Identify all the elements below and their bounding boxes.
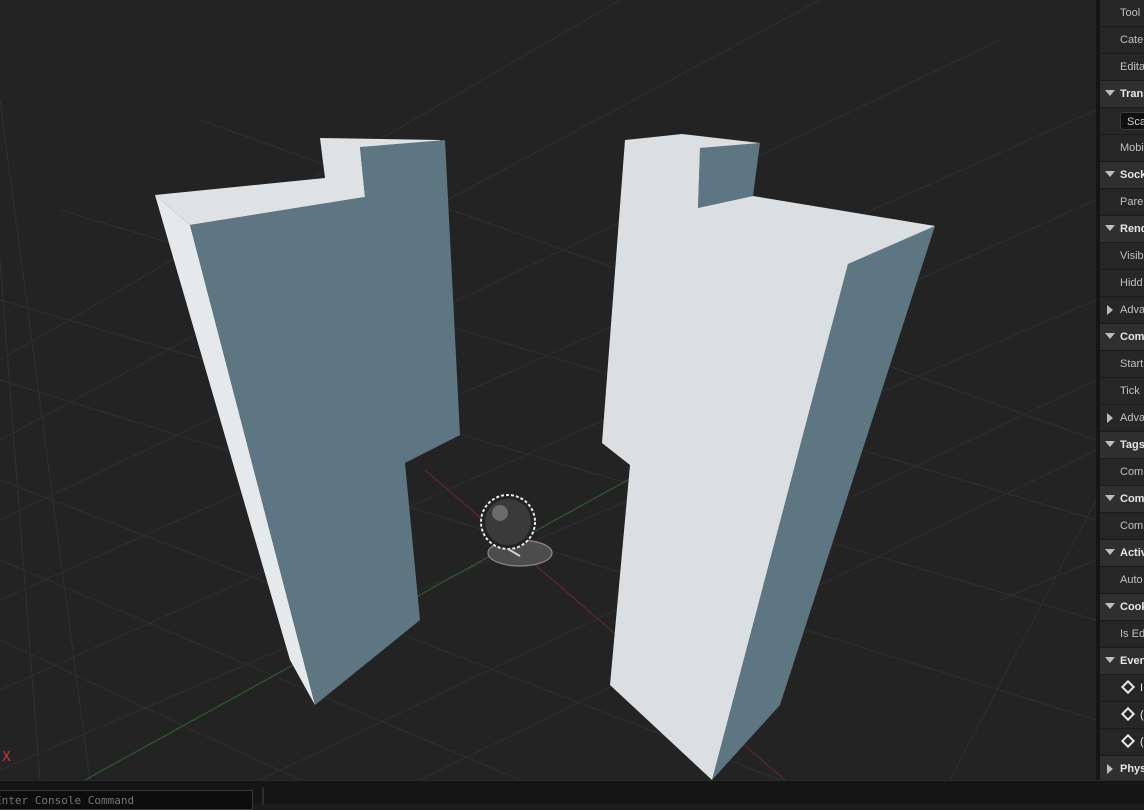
details-row-label: Phys [1120,763,1144,775]
details-row-label: Com [1120,331,1144,343]
expand-arrow-down-icon[interactable] [1105,333,1115,339]
details-category-row[interactable]: Cook [1100,594,1144,621]
expand-arrow-down-icon[interactable] [1105,225,1115,231]
expand-arrow-down-icon[interactable] [1105,441,1115,447]
details-property-row[interactable]: Sca [1100,108,1144,135]
details-property-row[interactable]: Com [1100,459,1144,486]
details-category-row[interactable]: Sock [1100,162,1144,189]
details-row-label: Start [1120,358,1144,370]
details-row-label: ( [1140,709,1144,721]
expand-arrow-right-icon[interactable] [1107,764,1113,774]
details-row-label: Pare [1120,196,1144,208]
details-row-label: Cate [1120,34,1144,46]
event-add-icon[interactable] [1120,733,1136,749]
details-property-row[interactable]: Cate [1100,27,1144,54]
details-property-row[interactable]: Adva [1100,297,1144,324]
details-property-row[interactable]: Adva [1100,405,1144,432]
details-event-row[interactable]: ( [1100,729,1144,756]
details-property-row[interactable]: Hidd [1100,270,1144,297]
details-property-row[interactable]: Pare [1100,189,1144,216]
axis-x-label: X [2,750,11,765]
details-row-label: Auto [1120,574,1143,586]
details-category-row[interactable]: Trans [1100,81,1144,108]
details-panel: Tool Cate Edita Trans Sca Mobi Sock Pare Rend Vis… [1100,0,1144,780]
details-property-row[interactable]: Com [1100,513,1144,540]
details-row-label: Trans [1120,88,1144,100]
details-category-row[interactable]: Tags [1100,432,1144,459]
details-row-label: I [1140,682,1144,694]
details-category-row[interactable]: Phys [1100,756,1144,780]
ground-grid [0,0,1096,780]
details-combo-box[interactable]: Sca [1120,112,1144,130]
expand-arrow-down-icon[interactable] [1105,495,1115,501]
details-row-label: Adva [1120,304,1144,316]
details-row-label: Cook [1120,601,1144,613]
expand-arrow-down-icon[interactable] [1105,549,1115,555]
sphere-reflection-capture[interactable] [480,494,553,567]
details-row-label: Sock [1120,169,1144,181]
details-property-row[interactable]: Mobi [1100,135,1144,162]
status-bar [0,780,1144,810]
expand-arrow-down-icon[interactable] [1105,90,1115,96]
details-row-label: ( [1140,736,1144,748]
details-property-row[interactable]: Is Ed [1100,621,1144,648]
details-row-label: Mobi [1120,142,1144,154]
details-category-row[interactable]: Even [1100,648,1144,675]
event-add-icon[interactable] [1120,706,1136,722]
details-category-row[interactable]: Rend [1100,216,1144,243]
details-row-label: Com [1120,520,1144,532]
details-row-label: Adva [1120,412,1144,424]
details-event-row[interactable]: ( [1100,702,1144,729]
expand-arrow-down-icon[interactable] [1105,603,1115,609]
expand-arrow-right-icon[interactable] [1107,413,1113,423]
expand-arrow-down-icon[interactable] [1105,657,1115,663]
details-property-row[interactable]: Edita [1100,54,1144,81]
details-category-row[interactable]: Activ [1100,540,1144,567]
details-row-label: Visib [1120,250,1144,262]
details-row-label: Edita [1120,61,1144,73]
left-wall-mesh[interactable] [155,138,460,705]
details-property-row[interactable]: Tick [1100,378,1144,405]
details-row-label: Tags [1120,439,1144,451]
console-command-input[interactable] [0,790,253,810]
details-row-label: Hidd [1120,277,1143,289]
details-category-row[interactable]: Com [1100,486,1144,513]
details-property-row[interactable]: Start [1100,351,1144,378]
viewport-scene[interactable] [0,0,1096,780]
details-row-label: Is Ed [1120,628,1144,640]
status-bar-separator [262,787,264,805]
details-row-label: Com [1120,466,1144,478]
details-row-label: Tool [1120,7,1141,19]
details-row-label: Com [1120,493,1144,505]
expand-arrow-down-icon[interactable] [1105,171,1115,177]
event-add-icon[interactable] [1120,679,1136,695]
details-category-row[interactable]: Com [1100,324,1144,351]
expand-arrow-right-icon[interactable] [1107,305,1113,315]
details-row-label: Tick [1120,385,1140,397]
details-property-row[interactable]: Visib [1100,243,1144,270]
details-event-row[interactable]: I [1100,675,1144,702]
level-viewport[interactable]: X [0,0,1096,780]
details-row-label: Rend [1120,223,1144,235]
details-row-label: Activ [1120,547,1144,559]
details-property-row[interactable]: Tool [1100,0,1144,27]
details-row-label: Even [1120,655,1144,667]
details-property-row[interactable]: Auto [1100,567,1144,594]
